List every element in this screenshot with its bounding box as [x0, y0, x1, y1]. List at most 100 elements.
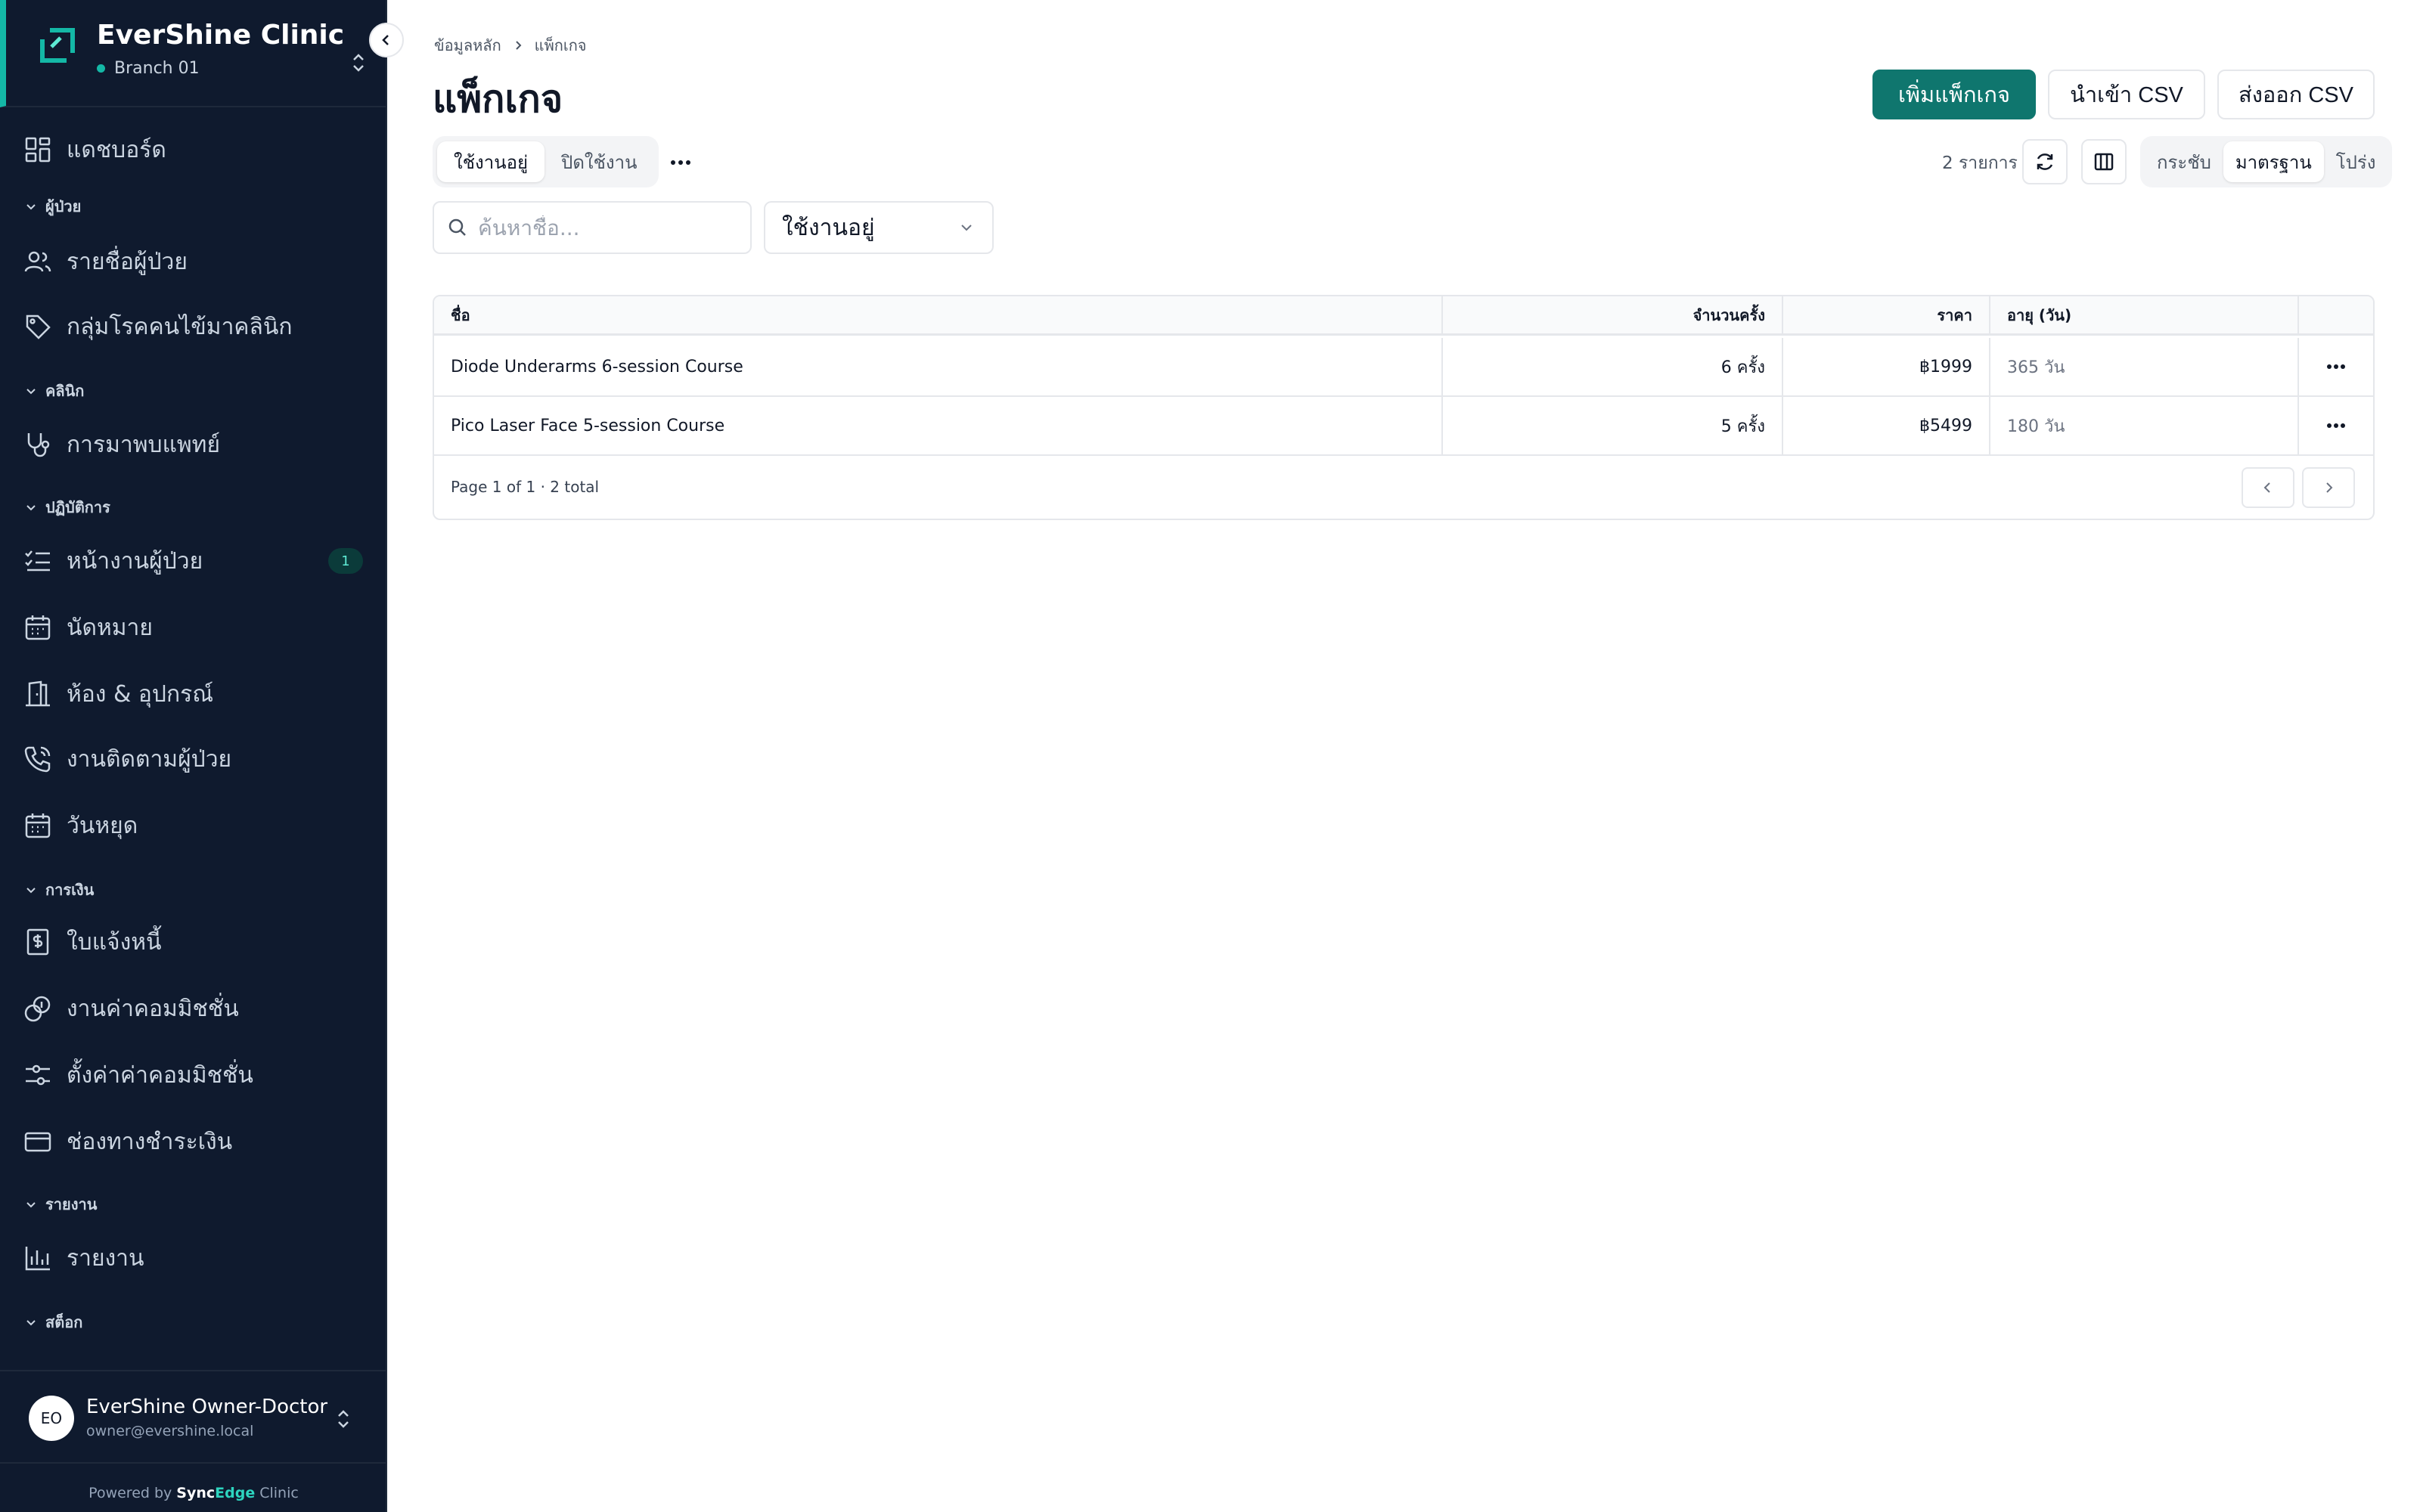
sidebar-section-stock[interactable]: สต็อก [24, 1311, 82, 1334]
sidebar-item-label: งานค่าคอมมิชชั่น [67, 995, 239, 1022]
sidebar-section-reports[interactable]: รายงาน [24, 1193, 97, 1216]
sidebar-section-clinic[interactable]: คลินิก [24, 380, 84, 402]
chevron-left-icon [382, 35, 389, 45]
sidebar-section-operations[interactable]: ปฏิบัติการ [24, 496, 110, 519]
row-actions-button[interactable] [2299, 397, 2373, 454]
package-price: ฿1999 [1783, 338, 1990, 395]
row-actions-button[interactable] [2299, 338, 2373, 395]
powered-brand-sync: Sync [176, 1485, 216, 1501]
chevron-left-icon [2263, 482, 2270, 493]
sidebar-item-commission-jobs[interactable]: งานค่าคอมมิชชั่น [23, 986, 363, 1031]
add-package-button[interactable]: เพิ่มแพ็กเกจ [1872, 70, 2036, 119]
calendar-icon [25, 813, 51, 838]
sidebar-item-label: ใบแจ้งหนี้ [67, 928, 162, 956]
sidebar-item-invoices[interactable]: ใบแจ้งหนี้ [23, 919, 363, 965]
density-standard[interactable]: มาตรฐาน [2223, 141, 2324, 182]
sidebar-item-reports[interactable]: รายงาน [23, 1235, 363, 1281]
collapse-sidebar-button[interactable] [369, 23, 404, 57]
column-header-sessions[interactable]: จำนวนครั้ง [1443, 296, 1783, 333]
sidebar-section-label: รายงาน [45, 1195, 98, 1213]
status-filter-select[interactable]: ใช้งานอยู่ [764, 201, 994, 254]
sidebar-item-rooms-equipment[interactable]: ห้อง & อุปกรณ์ [23, 671, 363, 717]
sidebar-section-finance[interactable]: การเงิน [24, 878, 94, 901]
patient-tasks-count-badge: 1 [328, 548, 363, 574]
more-options-icon[interactable] [666, 150, 696, 175]
sidebar-section-label: คลินิก [45, 382, 85, 400]
branch-selector[interactable]: Branch 01 [97, 59, 200, 78]
previous-page-button[interactable] [2242, 467, 2294, 508]
door-icon [26, 680, 50, 707]
sidebar-item-patient-followup[interactable]: งานติดตามผู้ป่วย [23, 736, 363, 782]
sidebar-item-patient-list[interactable]: รายชื่อผู้ป่วย [23, 239, 363, 284]
phone-call-icon [24, 746, 51, 773]
user-profile-menu[interactable]: EO EverShine Owner-Doctor owner@evershin… [0, 1370, 387, 1464]
user-email: owner@evershine.local [86, 1423, 254, 1439]
density-comfortable[interactable]: โปร่ง [2324, 141, 2388, 182]
export-csv-button[interactable]: ส่งออก CSV [2217, 70, 2375, 119]
table-row[interactable]: Diode Underarms 6-session Course 6 ครั้ง… [434, 338, 2373, 397]
powered-brand-edge: Edge [215, 1485, 256, 1501]
powered-suffix: Clinic [259, 1485, 299, 1501]
packages-table: ชื่อ จำนวนครั้ง ราคา อายุ (วัน) Diode Un… [433, 295, 2375, 520]
search-input[interactable] [478, 215, 735, 240]
sidebar-item-commission-settings[interactable]: ตั้งค่าค่าคอมมิชชั่น [23, 1052, 363, 1098]
package-sessions: 6 ครั้ง [1443, 338, 1783, 395]
package-validity: 365 วัน [1990, 338, 2299, 395]
powered-prefix: Powered by [88, 1485, 172, 1501]
sidebar-item-disease-groups[interactable]: กลุ่มโรคคนไข้มาคลินิก [23, 304, 363, 349]
clinic-logo-icon [40, 28, 75, 63]
more-horizontal-icon [2327, 423, 2345, 428]
chevron-down-icon [26, 505, 36, 511]
sidebar-item-label: การมาพบแพทย์ [67, 431, 221, 458]
density-compact[interactable]: กระชับ [2145, 141, 2223, 182]
table-footer: Page 1 of 1 · 2 total [434, 455, 2373, 519]
refresh-button[interactable] [2022, 139, 2068, 184]
powered-by-footer: Powered by SyncEdge Clinic [0, 1474, 387, 1512]
sidebar-item-label: หน้างานผู้ป่วย [67, 547, 203, 575]
sidebar-item-doctor-visits[interactable]: การมาพบแพทย์ [23, 422, 363, 467]
sidebar-item-label: กลุ่มโรคคนไข้มาคลินิก [67, 313, 293, 340]
table-row[interactable]: Pico Laser Face 5-session Course 5 ครั้ง… [434, 397, 2373, 456]
sidebar-item-dashboard[interactable]: แดชบอร์ด [23, 127, 363, 172]
branch-status-dot [97, 64, 105, 73]
sidebar-item-label: งานติดตามผู้ป่วย [67, 745, 232, 773]
tab-inactive[interactable]: ปิดใช้งาน [544, 141, 653, 182]
sidebar-item-holidays[interactable]: วันหยุด [23, 803, 363, 848]
package-name: Diode Underarms 6-session Course [434, 338, 1443, 395]
columns-icon [2094, 153, 2114, 171]
next-page-button[interactable] [2302, 467, 2355, 508]
brand-header[interactable]: EverShine Clinic Branch 01 [0, 0, 387, 107]
chevron-up-down-icon[interactable] [349, 50, 368, 76]
import-csv-button[interactable]: นำเข้า CSV [2048, 70, 2205, 119]
sidebar-section-patients[interactable]: ผู้ป่วย [24, 195, 81, 218]
pagination-summary: Page 1 of 1 · 2 total [451, 478, 600, 496]
sidebar-item-label: ช่องทางชำระเงิน [67, 1128, 233, 1155]
dashboard-grid-icon [25, 137, 51, 163]
column-header-price[interactable]: ราคา [1783, 296, 1990, 333]
breadcrumb-item-packages: แพ็กเกจ [534, 36, 587, 54]
clinic-name: EverShine Clinic [97, 20, 345, 51]
chevron-down-icon [961, 225, 972, 231]
sidebar-section-label: สต็อก [45, 1313, 83, 1331]
columns-toggle-button[interactable] [2081, 139, 2127, 184]
chevron-down-icon [26, 1320, 36, 1326]
breadcrumb-item-master-data[interactable]: ข้อมูลหลัก [434, 33, 501, 57]
coins-icon [24, 996, 51, 1022]
sidebar-item-label: รายงาน [67, 1244, 144, 1272]
column-header-validity[interactable]: อายุ (วัน) [1990, 296, 2299, 333]
avatar: EO [29, 1396, 74, 1441]
chevron-down-icon [26, 1202, 36, 1208]
sidebar-item-appointments[interactable]: นัดหมาย [23, 605, 363, 650]
sidebar-item-payment-channels[interactable]: ช่องทางชำระเงิน [23, 1119, 363, 1164]
user-name: EverShine Owner-Doctor [86, 1396, 328, 1418]
sidebar-item-patient-tasks[interactable]: หน้างานผู้ป่วย 1 [23, 538, 363, 584]
chevron-right-icon [2326, 482, 2333, 493]
sidebar: EverShine Clinic Branch 01 แดชบอร์ด ผู้ป… [0, 0, 387, 1512]
tab-active[interactable]: ใช้งานอยู่ [437, 141, 545, 182]
chevron-up-down-icon[interactable] [334, 1406, 352, 1432]
sidebar-section-label: ปฏิบัติการ [45, 498, 110, 516]
stethoscope-icon [27, 433, 50, 457]
chevron-right-icon [515, 41, 522, 50]
column-header-name[interactable]: ชื่อ [434, 296, 1443, 333]
table-header-row: ชื่อ จำนวนครั้ง ราคา อายุ (วัน) [434, 296, 2373, 336]
